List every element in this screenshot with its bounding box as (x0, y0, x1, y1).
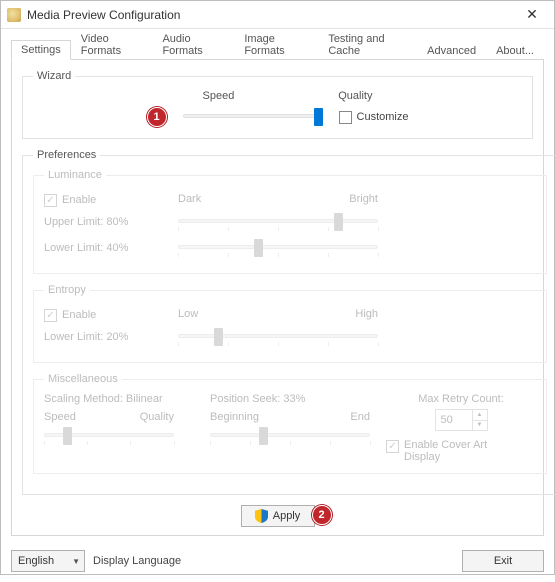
scaling-slider[interactable] (44, 425, 174, 447)
entropy-low-label: Low (178, 308, 198, 320)
stepper-up-icon[interactable]: ▲ (473, 410, 487, 421)
callout-marker-1: 1 (147, 107, 167, 127)
language-value: English (18, 555, 72, 567)
content: Settings Video Formats Audio Formats Ima… (1, 29, 554, 542)
max-retry-input[interactable]: 50 ▲▼ (435, 409, 488, 431)
position-seek-thumb[interactable] (259, 427, 268, 445)
misc-legend: Miscellaneous (44, 373, 122, 385)
position-seek-slider[interactable] (210, 425, 370, 447)
checkbox-box (339, 111, 352, 124)
apply-label: Apply (273, 510, 301, 522)
stepper-down-icon[interactable]: ▼ (473, 421, 487, 431)
misc-quality-label: Quality (140, 411, 174, 423)
display-language-label: Display Language (93, 555, 181, 567)
end-label: End (350, 411, 370, 423)
preferences-legend: Preferences (33, 149, 100, 161)
entropy-slider[interactable] (178, 326, 378, 348)
stepper[interactable]: ▲▼ (472, 410, 487, 430)
titlebar: Media Preview Configuration ✕ (1, 1, 554, 29)
bottom-bar: English ▼ Display Language Exit (1, 542, 554, 582)
entropy-high-label: High (355, 308, 378, 320)
preferences-group: Preferences Luminance ✓ Enable (22, 149, 555, 495)
wizard-speed-label: Speed (203, 90, 235, 102)
max-retry-value: 50 (436, 410, 472, 430)
luminance-upper-label: Upper Limit: 80% (44, 216, 128, 228)
tab-testing-and-cache[interactable]: Testing and Cache (318, 29, 417, 60)
entropy-thumb[interactable] (214, 328, 223, 346)
chevron-down-icon: ▼ (72, 557, 80, 566)
luminance-bright-label: Bright (349, 193, 378, 205)
window-title: Media Preview Configuration (27, 8, 510, 22)
entropy-lower-label: Lower Limit: 20% (44, 331, 128, 343)
tab-strip: Settings Video Formats Audio Formats Ima… (11, 37, 544, 59)
luminance-lower-thumb[interactable] (254, 239, 263, 257)
cover-art-checkbox[interactable]: ✓ Enable Cover Art Display (386, 439, 514, 463)
max-retry-label: Max Retry Count: (386, 393, 536, 405)
tab-settings[interactable]: Settings (11, 40, 71, 60)
luminance-lower-slider[interactable] (178, 237, 378, 259)
tab-panel-settings: Wizard Speed Quality 1 Customize (11, 59, 544, 536)
luminance-lower-label: Lower Limit: 40% (44, 242, 128, 254)
wizard-quality-label: Quality (338, 90, 372, 102)
exit-button[interactable]: Exit (462, 550, 544, 572)
callout-marker-2: 2 (312, 505, 332, 525)
luminance-dark-label: Dark (178, 193, 201, 205)
luminance-group: Luminance ✓ Enable Dark Bright (33, 169, 547, 274)
misc-group: Miscellaneous Scaling Method: Bilinear S… (33, 373, 547, 474)
tab-advanced[interactable]: Advanced (417, 41, 486, 60)
scaling-method-label: Scaling Method: Bilinear (44, 393, 194, 405)
tab-image-formats[interactable]: Image Formats (234, 29, 318, 60)
misc-speed-label: Speed (44, 411, 76, 423)
close-icon: ✕ (526, 6, 538, 23)
wizard-slider-thumb[interactable] (314, 108, 323, 126)
customize-checkbox[interactable]: Customize (339, 111, 409, 124)
close-button[interactable]: ✕ (510, 1, 554, 29)
position-seek-label: Position Seek: 33% (210, 393, 370, 405)
app-icon (7, 8, 21, 22)
customize-label: Customize (357, 111, 409, 123)
exit-label: Exit (494, 555, 512, 567)
shield-icon (255, 509, 268, 523)
luminance-upper-thumb[interactable] (334, 213, 343, 231)
entropy-enable-checkbox[interactable]: ✓ Enable (44, 309, 96, 322)
luminance-upper-slider[interactable] (178, 211, 378, 233)
window: Media Preview Configuration ✕ Settings V… (0, 0, 555, 575)
language-dropdown[interactable]: English ▼ (11, 550, 85, 572)
wizard-group: Wizard Speed Quality 1 Customize (22, 70, 533, 139)
luminance-legend: Luminance (44, 169, 106, 181)
scaling-thumb[interactable] (63, 427, 72, 445)
tab-audio-formats[interactable]: Audio Formats (152, 29, 234, 60)
beginning-label: Beginning (210, 411, 259, 423)
luminance-enable-checkbox[interactable]: ✓ Enable (44, 194, 96, 207)
tab-about[interactable]: About... (486, 41, 544, 60)
wizard-legend: Wizard (33, 70, 75, 82)
entropy-legend: Entropy (44, 284, 90, 296)
entropy-group: Entropy ✓ Enable Low High (33, 284, 547, 363)
apply-button[interactable]: Apply (241, 505, 315, 527)
tab-video-formats[interactable]: Video Formats (71, 29, 153, 60)
wizard-slider[interactable] (183, 106, 323, 128)
